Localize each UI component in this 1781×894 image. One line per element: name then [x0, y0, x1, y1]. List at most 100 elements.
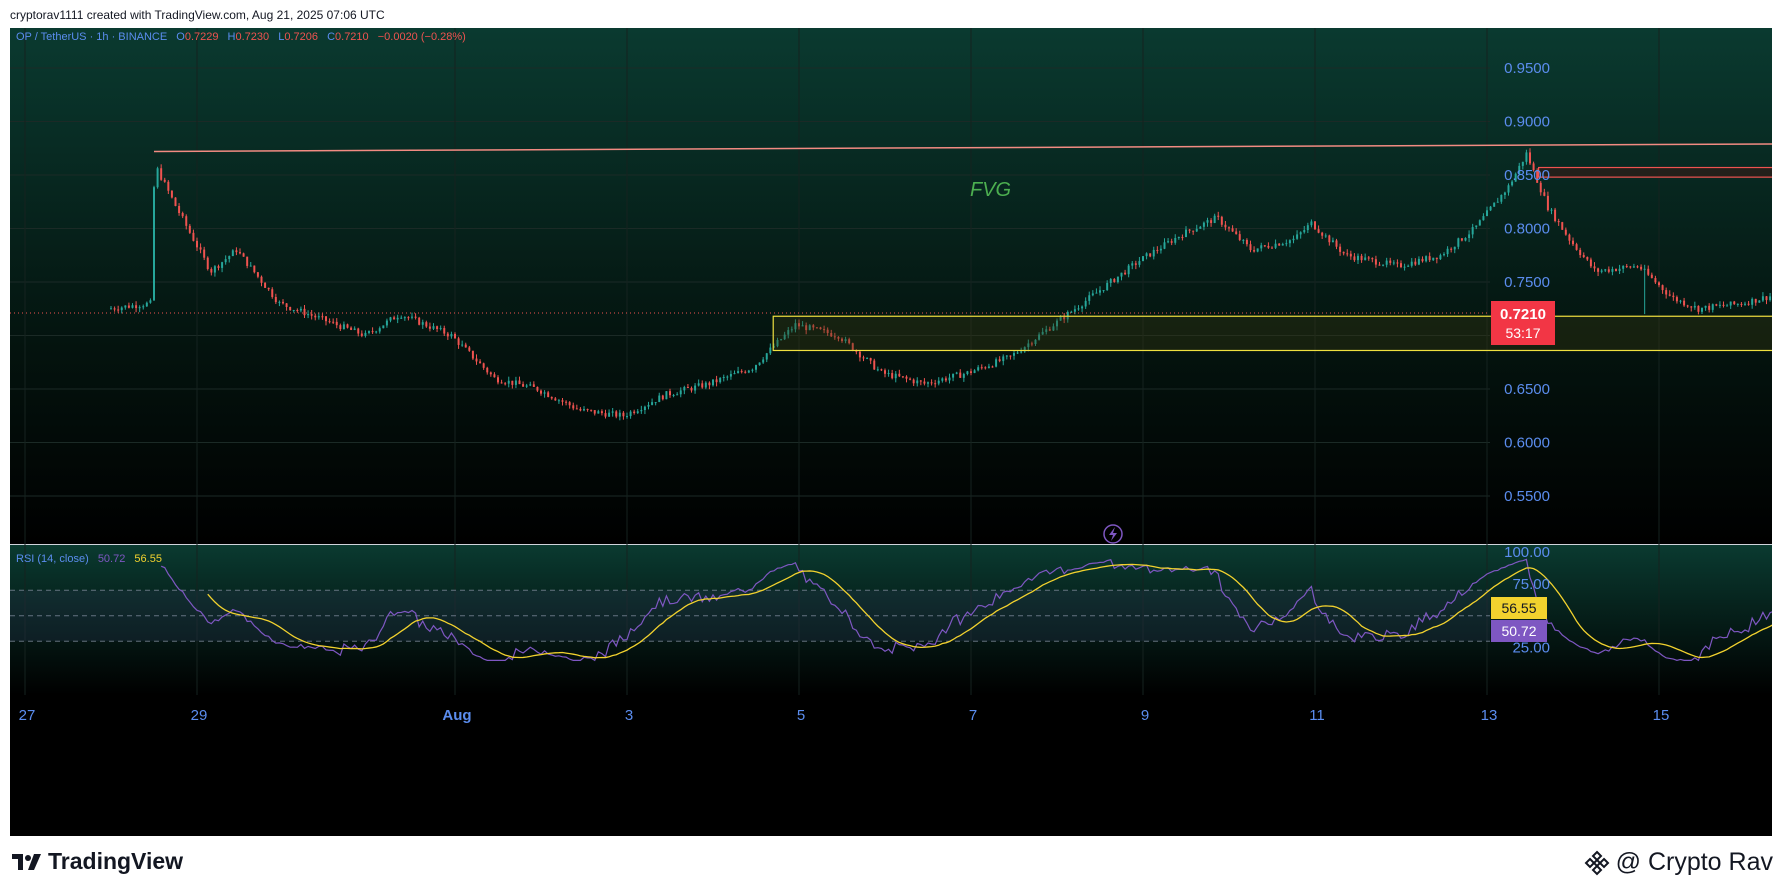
time-tick-label: 27 — [19, 707, 36, 724]
candle-body — [647, 404, 650, 407]
candle-body — [1185, 229, 1187, 237]
candle-body — [432, 326, 435, 329]
candle-body — [1271, 247, 1273, 249]
candle-body — [1202, 222, 1205, 227]
time-tick-label: Aug — [442, 707, 471, 724]
candle-body — [1274, 243, 1277, 248]
candle-body — [1450, 248, 1453, 250]
candle-body — [1507, 185, 1510, 193]
candle-body — [1303, 230, 1306, 233]
candle-body — [1095, 292, 1098, 294]
candle-body — [1604, 269, 1607, 271]
candle-body — [579, 408, 582, 411]
chart-frame[interactable]: 0.9500 0.9000 0.8500 0.8000 0.7500 0.6500 0.60… — [10, 28, 1781, 836]
candle-body — [353, 328, 356, 330]
candle-body — [396, 317, 399, 320]
candle-body — [307, 314, 310, 316]
candle-body — [1288, 240, 1291, 244]
candle-body — [1525, 152, 1528, 162]
candle-body — [196, 240, 198, 248]
candle-body — [1615, 269, 1617, 272]
candle-body — [1210, 220, 1213, 224]
candle-body — [418, 317, 421, 325]
candle-body — [1321, 232, 1324, 236]
candle-body — [937, 380, 940, 384]
candle-body — [1758, 300, 1761, 303]
candle-body — [676, 394, 679, 396]
candle-body — [1407, 265, 1410, 267]
candle-body — [575, 408, 578, 410]
price-tick-label: 0.9000 — [1504, 114, 1550, 131]
countdown-label: 53:17 — [1505, 325, 1540, 341]
candle-body — [1593, 266, 1596, 269]
candle-body — [1081, 306, 1084, 309]
candle-body — [213, 266, 216, 273]
candle-body — [590, 409, 593, 411]
candle-body — [1152, 249, 1155, 257]
candle-body — [1640, 266, 1643, 270]
candle-body — [389, 317, 392, 321]
candle-body — [1127, 265, 1130, 275]
candle-body — [335, 321, 338, 326]
candle-body — [1489, 206, 1492, 211]
candle-body — [1568, 234, 1571, 241]
rsi-legend[interactable]: RSI (14, close) 50.72 56.55 — [16, 553, 162, 565]
candle-body — [884, 370, 886, 374]
candle-body — [600, 411, 603, 414]
demand-zone — [772, 315, 1781, 352]
candle-body — [1228, 227, 1230, 229]
price-chart[interactable]: 0.9500 0.9000 0.8500 0.8000 0.7500 0.6500 0.60… — [10, 28, 1781, 836]
candle-body — [572, 405, 575, 409]
candle-body — [1586, 257, 1589, 260]
candle-body — [1156, 249, 1159, 251]
candle-body — [1572, 240, 1574, 245]
candle-body — [1235, 231, 1238, 235]
candle-body — [557, 400, 560, 402]
candle-body — [321, 316, 324, 318]
candle-body — [296, 310, 299, 312]
candle-body — [314, 315, 317, 318]
candle-body — [1249, 244, 1252, 251]
candle-body — [1253, 250, 1256, 252]
candle-body — [1367, 257, 1370, 259]
candle-body — [611, 411, 614, 413]
candle-body — [421, 322, 424, 325]
candle-body — [264, 282, 267, 288]
time-tick-label: 15 — [1653, 707, 1670, 724]
candle-body — [1729, 301, 1732, 306]
candle-body — [984, 367, 987, 369]
candle-body — [256, 272, 259, 277]
candle-body — [446, 333, 449, 337]
candle-body — [593, 410, 596, 414]
candle-body — [1679, 300, 1682, 302]
symbol-legend[interactable]: OP / TetherUS · 1h · BINANCE O0.7229 H0.… — [16, 31, 466, 43]
candle-body — [310, 314, 313, 316]
candle-body — [224, 259, 227, 263]
tradingview-logo[interactable]: TradingView — [12, 848, 183, 875]
candle-body — [1546, 195, 1549, 211]
price-axis: 0.9500 0.9000 0.8500 0.8000 0.7500 0.6500 0.60… — [1504, 60, 1550, 505]
candle-body — [1769, 296, 1772, 301]
candle-body — [862, 357, 865, 359]
candle-body — [1690, 306, 1693, 308]
candle-body — [719, 377, 722, 383]
candle-body — [1292, 238, 1295, 241]
candle-body — [959, 372, 962, 378]
candle-body — [1195, 228, 1198, 232]
candle-body — [966, 371, 969, 375]
candle-body — [697, 383, 700, 386]
candle-body — [149, 300, 152, 303]
candle-body — [368, 331, 370, 333]
candle-body — [651, 402, 654, 405]
candle-body — [597, 411, 600, 414]
candle-body — [167, 181, 170, 191]
candle-body — [1765, 296, 1768, 301]
candle-body — [1378, 264, 1381, 266]
candle-body — [285, 303, 288, 307]
candle-body — [1493, 202, 1496, 207]
rsi-ma-badge-label: 56.55 — [1501, 600, 1536, 616]
candle-body — [658, 395, 661, 403]
candle-body — [654, 402, 657, 404]
candle-body — [471, 350, 474, 359]
price-tick-label: 0.5500 — [1504, 488, 1550, 505]
